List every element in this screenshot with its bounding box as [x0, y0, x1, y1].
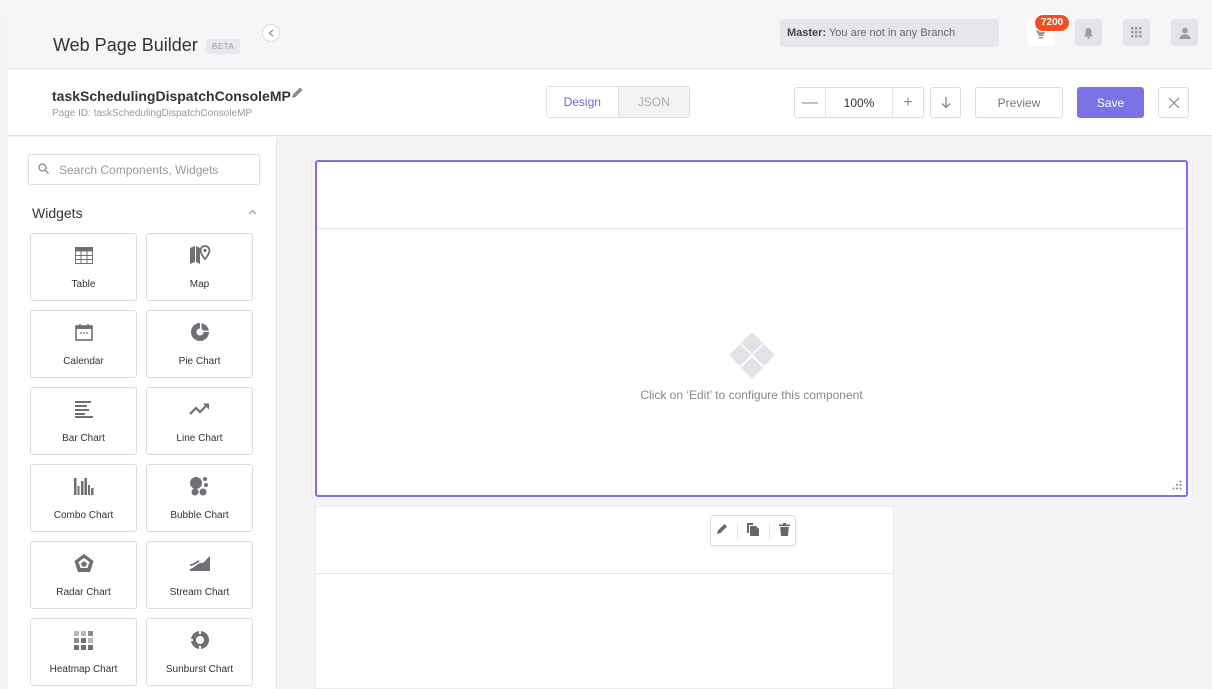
radar-chart-icon — [31, 552, 136, 574]
download-button[interactable] — [930, 87, 961, 118]
widget-sidebar: Widgets Table Map Calendar — [8, 137, 277, 689]
resize-handle-icon[interactable] — [1172, 480, 1182, 492]
component-toolbar — [710, 515, 796, 546]
combo-chart-icon — [31, 475, 136, 497]
sunburst-chart-icon — [147, 629, 252, 651]
edit-name-pencil-icon[interactable] — [291, 86, 304, 102]
bell-icon[interactable] — [1075, 19, 1102, 46]
search-input[interactable] — [59, 162, 244, 177]
selected-component[interactable]: Click on ‘Edit’ to configure this compon… — [315, 160, 1188, 497]
heatmap-chart-icon — [31, 629, 136, 651]
apps-grid-icon[interactable] — [1123, 19, 1150, 46]
search-field[interactable] — [28, 154, 260, 185]
page-name: taskSchedulingDispatchConsoleMP — [52, 88, 291, 104]
user-icon[interactable] — [1171, 19, 1198, 46]
widget-label: Combo Chart — [53, 510, 114, 521]
component-header-divider — [317, 228, 1186, 229]
widget-combo-chart[interactable]: Combo Chart — [30, 464, 137, 532]
widget-bubble-chart[interactable]: Bubble Chart — [146, 464, 253, 532]
widget-sunburst-chart[interactable]: Sunburst Chart — [146, 618, 253, 686]
widget-map[interactable]: Map — [146, 233, 253, 301]
widget-radar-chart[interactable]: Radar Chart — [30, 541, 137, 609]
search-icon — [38, 162, 49, 177]
toolbar-divider — [768, 522, 770, 539]
widget-label: Bubble Chart — [170, 510, 229, 521]
notification-count-badge: 7200 — [1034, 14, 1071, 32]
component-header-divider — [316, 573, 893, 574]
page-toolbar: taskSchedulingDispatchConsoleMP Page ID:… — [8, 69, 1212, 136]
table-icon — [31, 244, 136, 266]
widget-stream-chart[interactable]: Stream Chart — [146, 541, 253, 609]
zoom-in-button[interactable]: + — [893, 94, 923, 112]
duplicate-icon[interactable] — [747, 522, 760, 539]
widget-line-chart[interactable]: Line Chart — [146, 387, 253, 455]
stream-chart-icon — [147, 552, 252, 574]
widget-pie-chart[interactable]: Pie Chart — [146, 310, 253, 378]
zoom-out-button[interactable]: — — [795, 94, 825, 112]
component-block[interactable] — [315, 506, 894, 689]
page-id: Page ID: taskSchedulingDispatchConsoleMP — [52, 108, 253, 119]
preview-button[interactable]: Preview — [975, 87, 1063, 118]
widget-table[interactable]: Table — [30, 233, 137, 301]
component-placeholder-icon — [727, 332, 777, 385]
widget-label: Calendar — [63, 356, 104, 367]
widgets-section-title: Widgets — [32, 205, 83, 221]
widget-calendar[interactable]: Calendar — [30, 310, 137, 378]
widget-label: Pie Chart — [178, 356, 221, 367]
toolbar-divider — [737, 522, 739, 539]
line-chart-icon — [147, 398, 252, 420]
widget-label: Map — [189, 279, 210, 290]
app-title: Web Page Builder — [53, 35, 198, 55]
delete-icon[interactable] — [779, 522, 791, 539]
widget-label: Radar Chart — [56, 587, 111, 598]
widget-label: Heatmap Chart — [49, 664, 118, 675]
pie-chart-icon — [147, 321, 252, 343]
widget-label: Line Chart — [176, 433, 223, 444]
widget-label: Bar Chart — [62, 433, 105, 444]
chevron-up-icon[interactable] — [248, 207, 257, 218]
widget-label: Sunburst Chart — [165, 664, 234, 675]
close-button[interactable] — [1158, 87, 1189, 118]
window-top-strip — [0, 0, 1212, 16]
branch-status: You are not in any Branch — [826, 27, 956, 39]
bubble-chart-icon — [147, 475, 252, 497]
widget-label: Table — [71, 279, 96, 290]
widget-bar-chart[interactable]: Bar Chart — [30, 387, 137, 455]
component-placeholder-text: Click on ‘Edit’ to configure this compon… — [640, 388, 863, 402]
branch-selector[interactable]: Master: You are not in any Branch — [780, 19, 999, 47]
bar-chart-icon — [31, 398, 136, 420]
zoom-control: — 100% + — [794, 87, 924, 118]
calendar-icon — [31, 321, 136, 343]
branch-label: Master: — [787, 27, 827, 39]
beta-badge: BETA — [206, 39, 241, 54]
tab-json[interactable]: JSON — [617, 87, 689, 117]
widget-heatmap-chart[interactable]: Heatmap Chart — [30, 618, 137, 686]
collapse-sidebar-button[interactable] — [262, 24, 280, 42]
edit-icon[interactable] — [716, 523, 728, 538]
map-icon — [147, 244, 252, 266]
mode-toggle: Design JSON — [546, 86, 690, 118]
widget-label: Stream Chart — [169, 587, 230, 598]
zoom-level: 100% — [825, 88, 893, 117]
tab-design[interactable]: Design — [547, 87, 618, 117]
save-button[interactable]: Save — [1077, 87, 1144, 118]
